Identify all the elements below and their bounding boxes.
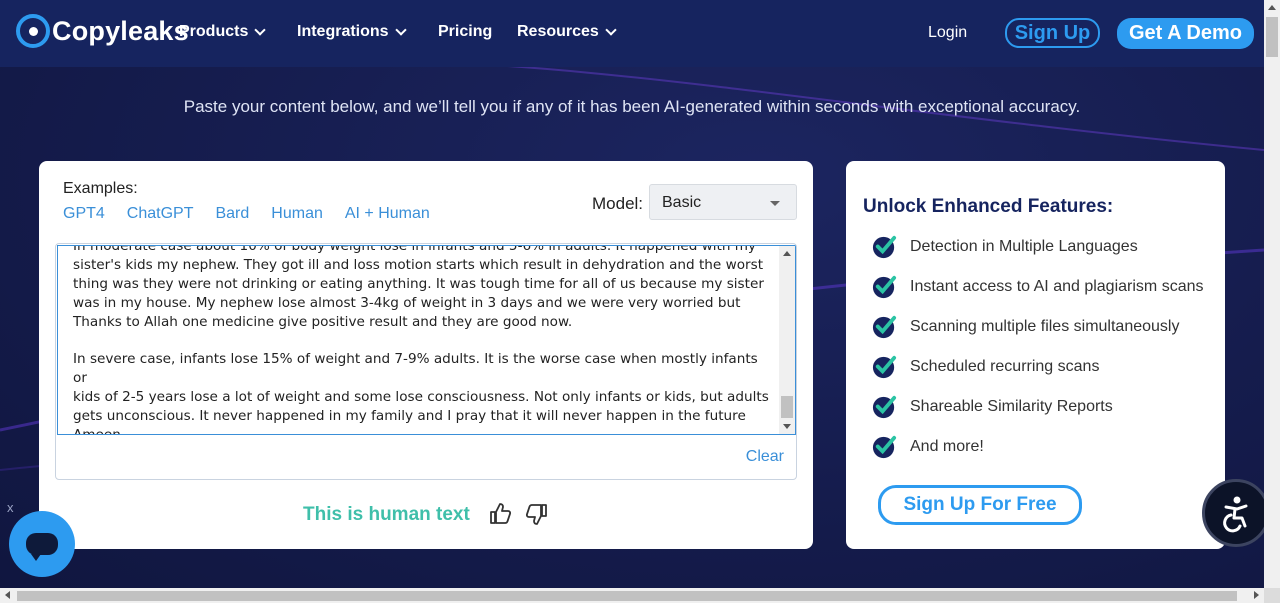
feature-item: Scanning multiple files simultaneously [871, 313, 1179, 340]
check-circle-icon [872, 355, 897, 379]
nav-products-label: Products [179, 23, 249, 40]
logo-mark-icon [16, 14, 50, 48]
text-input[interactable]: In moderate case about 10% of body weigh… [57, 245, 796, 435]
model-label: Model: [592, 194, 644, 213]
example-human[interactable]: Human [271, 205, 323, 223]
signup-button[interactable]: Sign Up [1005, 18, 1100, 48]
thumbs-down-icon[interactable] [524, 502, 548, 526]
signup-free-button[interactable]: Sign Up For Free [878, 485, 1082, 525]
nav-integrations[interactable]: Integrations [297, 23, 407, 41]
check-circle-icon [872, 235, 897, 259]
scrollbar-corner [1264, 588, 1280, 603]
features-title: Unlock Enhanced Features: [863, 196, 1114, 217]
example-ai-human[interactable]: AI + Human [345, 205, 430, 223]
tagline: Paste your content below, and we’ll tell… [183, 97, 1081, 116]
check-circle-icon [872, 395, 897, 419]
clear-button[interactable]: Clear [746, 448, 784, 466]
check-circle-icon [872, 275, 897, 299]
scroll-right-icon[interactable] [1254, 591, 1259, 599]
examples-label: Examples: [63, 180, 138, 197]
chevron-down-icon [254, 23, 267, 36]
nav-pricing[interactable]: Pricing [438, 23, 492, 41]
scroll-down-icon[interactable] [783, 424, 791, 429]
nav-resources-label: Resources [517, 23, 599, 40]
scrollbar-thumb[interactable] [1266, 17, 1278, 57]
get-demo-button[interactable]: Get A Demo [1117, 18, 1254, 49]
feature-label: Scheduled recurring scans [910, 357, 1100, 375]
scrollbar-thumb[interactable] [781, 396, 793, 418]
example-chatgpt[interactable]: ChatGPT [127, 205, 194, 223]
chevron-down-icon [394, 23, 407, 36]
model-select[interactable]: Basic [649, 184, 797, 220]
feature-item: Instant access to AI and plagiarism scan… [871, 273, 1203, 300]
window-vertical-scrollbar[interactable] [1264, 0, 1280, 588]
text-input-box: In moderate case about 10% of body weigh… [55, 243, 797, 480]
feature-label: And more! [910, 437, 984, 455]
feature-item: Scheduled recurring scans [871, 353, 1099, 380]
check-circle-icon [872, 435, 897, 459]
feature-item: Shareable Similarity Reports [871, 393, 1113, 420]
logo-text: Copyleaks [52, 15, 189, 46]
accessibility-button[interactable] [1202, 479, 1270, 547]
nav-pricing-label: Pricing [438, 23, 493, 40]
top-nav: Copyleaks Products Integrations Pricing … [0, 0, 1264, 67]
nav-resources[interactable]: Resources [517, 23, 617, 41]
chat-icon [26, 533, 58, 561]
text-input-content: In moderate case about 10% of body weigh… [73, 245, 769, 434]
chat-close-button[interactable]: x [7, 500, 14, 515]
feature-label: Shareable Similarity Reports [910, 397, 1113, 415]
example-gpt4[interactable]: GPT4 [63, 205, 105, 223]
accessibility-icon [1223, 496, 1248, 533]
feature-label: Detection in Multiple Languages [910, 237, 1138, 255]
scroll-left-icon[interactable] [5, 591, 10, 599]
example-bard[interactable]: Bard [215, 205, 249, 223]
copyleaks-logo[interactable]: Copyleaks [16, 14, 189, 48]
chevron-down-icon [605, 23, 617, 36]
result-text: This is human text [303, 504, 470, 525]
model-select-value: Basic [662, 194, 702, 211]
examples-list: GPT4 ChatGPT Bard Human AI + Human [63, 205, 452, 223]
nav-products[interactable]: Products [179, 23, 267, 41]
scroll-up-icon[interactable] [1268, 5, 1276, 10]
check-circle-icon [872, 315, 897, 339]
nav-integrations-label: Integrations [297, 23, 389, 40]
login-link[interactable]: Login [928, 24, 967, 42]
feature-item: Detection in Multiple Languages [871, 233, 1138, 260]
feature-label: Instant access to AI and plagiarism scan… [910, 277, 1204, 295]
scrollbar-thumb[interactable] [17, 591, 1237, 601]
feature-item: And more! [871, 433, 984, 460]
window-horizontal-scrollbar[interactable] [0, 588, 1264, 603]
feature-label: Scanning multiple files simultaneously [910, 317, 1180, 335]
ai-detector-card: Examples: GPT4 ChatGPT Bard Human AI + H… [39, 161, 813, 549]
chat-launcher-button[interactable] [9, 511, 75, 577]
caret-down-icon [770, 201, 780, 206]
scroll-up-icon[interactable] [783, 251, 791, 256]
features-card: Unlock Enhanced Features: Detection in M… [846, 161, 1225, 549]
thumbs-up-icon[interactable] [489, 502, 513, 526]
text-input-scrollbar[interactable] [779, 246, 795, 434]
